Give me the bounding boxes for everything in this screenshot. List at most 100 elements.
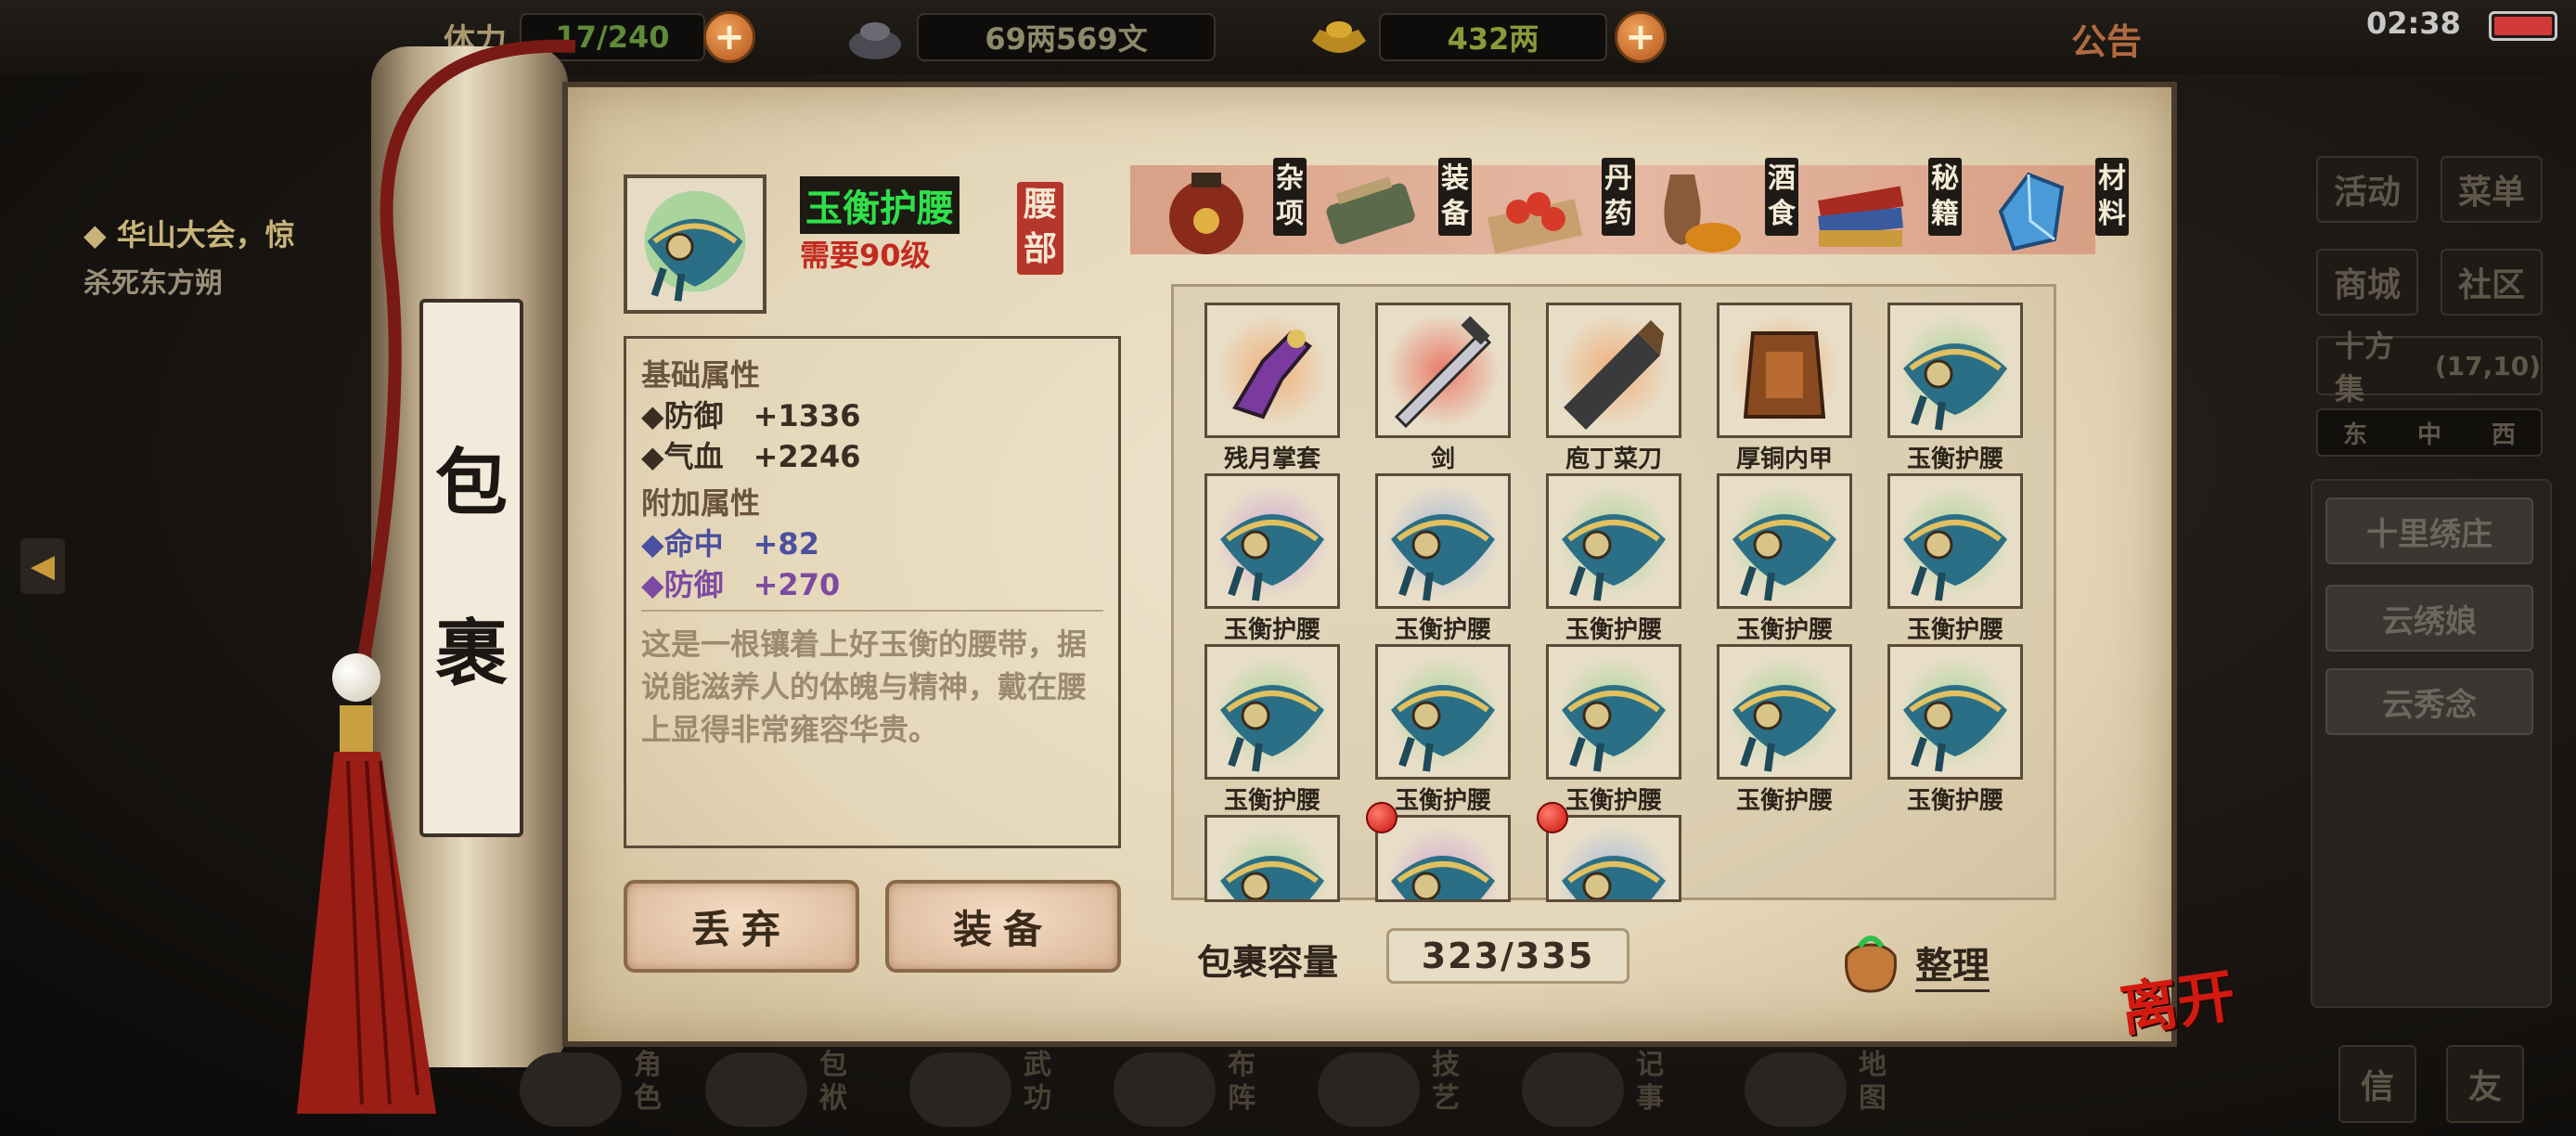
- equipment-icon: [1326, 176, 1415, 245]
- sort-bag-icon[interactable]: [1834, 924, 1908, 995]
- bottom-nav-label: 记事: [1636, 1049, 1664, 1115]
- activity-button[interactable]: 活动: [2316, 156, 2418, 223]
- bottom-nav-label: 地图: [1859, 1049, 1887, 1115]
- inventory-slot[interactable]: [1204, 473, 1340, 609]
- category-tab-3[interactable]: 丹药: [1477, 156, 1635, 264]
- scroll-title-char-1: 包: [434, 441, 508, 525]
- new-item-badge: [1366, 802, 1397, 833]
- location-bar: 十方集 (17,10): [2316, 329, 2543, 407]
- belt-icon: [1562, 514, 1666, 601]
- bottom-nav-item-6[interactable]: 记事: [1522, 1049, 1707, 1132]
- inventory-slot[interactable]: [1546, 644, 1681, 780]
- bottom-nav-icon: [1114, 1052, 1216, 1127]
- add-gold-button[interactable]: +: [1615, 11, 1667, 63]
- bottom-nav-label: 技艺: [1432, 1049, 1460, 1115]
- game-screen: { "topbar": { "stamina_label": "体力", "st…: [0, 0, 2576, 1136]
- belt-icon: [1732, 685, 1836, 772]
- bottom-nav-item-1[interactable]: 角色: [520, 1049, 705, 1132]
- extra-attributes-header: 附加属性: [641, 485, 761, 521]
- add-stamina-button[interactable]: +: [703, 11, 755, 63]
- category-tab-5[interactable]: 秘籍: [1804, 156, 1962, 264]
- discard-button[interactable]: 丢弃: [624, 880, 859, 973]
- sword-icon: [1394, 316, 1492, 429]
- bottom-nav-label: 武功: [1024, 1049, 1051, 1115]
- quest-title[interactable]: ◆ 华山大会，惊: [84, 212, 295, 254]
- belt-icon: [1391, 685, 1495, 772]
- money-value: 69两569文: [917, 13, 1216, 61]
- mail-button[interactable]: 信: [2338, 1045, 2416, 1123]
- new-item-badge: [1537, 802, 1568, 833]
- belt-icon: [1903, 685, 2007, 772]
- category-tab-1[interactable]: 杂项: [1149, 156, 1307, 264]
- book-icon: [1817, 186, 1904, 247]
- sort-button[interactable]: 整理: [1915, 936, 1990, 992]
- jar-icon: [1169, 173, 1243, 254]
- inventory-item-label: 玉衡护腰: [1906, 445, 2003, 473]
- shop-button[interactable]: 商城: [2316, 249, 2418, 316]
- notice-button[interactable]: 公告: [2071, 13, 2142, 64]
- inventory-item-label: 玉衡护腰: [1906, 616, 2003, 644]
- bottom-nav-icon: [1318, 1052, 1420, 1127]
- community-button[interactable]: 社区: [2441, 249, 2543, 316]
- inventory-slot[interactable]: [1717, 473, 1852, 609]
- bottom-nav-item-5[interactable]: 技艺: [1318, 1049, 1503, 1132]
- inventory-slot[interactable]: [1887, 644, 2023, 780]
- extra-attr-defense: ◆防御 +270: [641, 567, 841, 602]
- inventory-slot[interactable]: [1375, 644, 1511, 780]
- belt-icon: [1220, 514, 1324, 601]
- category-tab-6[interactable]: 材料: [1971, 156, 2129, 264]
- belt-icon: [1562, 856, 1666, 899]
- bottom-nav-item-7[interactable]: 地图: [1745, 1049, 1930, 1132]
- location-name: 十方集: [2335, 329, 2395, 407]
- inventory-item-label: 庖丁菜刀: [1565, 445, 1662, 473]
- inventory-slot[interactable]: [1546, 815, 1681, 902]
- npc-item-shiliu-xiuzhuang[interactable]: 十里绣庄: [2325, 497, 2533, 564]
- inventory-item-label: 玉衡护腰: [1906, 787, 2003, 815]
- category-tab-2[interactable]: 装备: [1314, 156, 1472, 264]
- compass-west: 西: [2491, 420, 2516, 449]
- inventory-slot[interactable]: [1375, 303, 1511, 438]
- inventory-slot[interactable]: [1204, 303, 1340, 438]
- inventory-slot[interactable]: [1717, 303, 1852, 438]
- inventory-slot[interactable]: [1375, 473, 1511, 609]
- bottom-nav-icon: [1522, 1052, 1624, 1127]
- leave-button[interactable]: 离开: [2114, 949, 2239, 1047]
- compass-center: 中: [2416, 420, 2441, 449]
- gold-value: 432两: [1379, 13, 1607, 61]
- inventory-slot[interactable]: [1204, 815, 1340, 902]
- collapse-left-arrow-icon[interactable]: ◀: [20, 538, 65, 594]
- equip-button[interactable]: 装备: [885, 880, 1121, 973]
- inventory-slot[interactable]: [1546, 473, 1681, 609]
- pill-icon: [1487, 192, 1583, 254]
- cleaver-icon: [1564, 320, 1664, 430]
- inventory-slot[interactable]: [1887, 303, 2023, 438]
- category-tab-label: 材料: [2095, 158, 2129, 236]
- bottom-nav-icon: [520, 1052, 622, 1127]
- inventory-slot[interactable]: [1887, 473, 2023, 609]
- friends-button[interactable]: 友: [2446, 1045, 2524, 1123]
- item-slot-char-1: 腰: [1023, 185, 1057, 224]
- bottom-nav-item-4[interactable]: 布阵: [1114, 1049, 1299, 1132]
- npc-item-yun-xiunian[interactable]: 云秀念: [2325, 668, 2533, 735]
- compass-east: 东: [2342, 420, 2367, 449]
- inventory-slot[interactable]: [1546, 303, 1681, 438]
- jade-bead-icon: [332, 653, 380, 702]
- attr-divider: [641, 610, 1103, 612]
- inventory-item-label: 玉衡护腰: [1223, 616, 1320, 644]
- bottom-nav-item-3[interactable]: 武功: [909, 1049, 1095, 1132]
- menu-button[interactable]: 菜单: [2441, 156, 2543, 223]
- inventory-slot[interactable]: [1717, 644, 1852, 780]
- inventory-slot[interactable]: [1375, 815, 1511, 902]
- category-tab-label: 丹药: [1602, 158, 1635, 236]
- inventory-slot[interactable]: [1204, 644, 1340, 780]
- bottom-nav-item-2[interactable]: 包袱: [705, 1049, 891, 1132]
- npc-item-yun-xiuniang[interactable]: 云绣娘: [2325, 585, 2533, 652]
- belt-icon: [1220, 685, 1324, 772]
- quest-objective: 杀死东方朔: [84, 267, 223, 300]
- belt-icon: [1391, 514, 1495, 601]
- category-tab-4[interactable]: 酒食: [1641, 156, 1798, 264]
- battery-icon: [2489, 11, 2557, 41]
- bottom-nav-icon: [909, 1052, 1011, 1127]
- base-attr-hp: ◆气血 +2246: [641, 439, 861, 474]
- location-coords: (17,10): [2434, 350, 2541, 381]
